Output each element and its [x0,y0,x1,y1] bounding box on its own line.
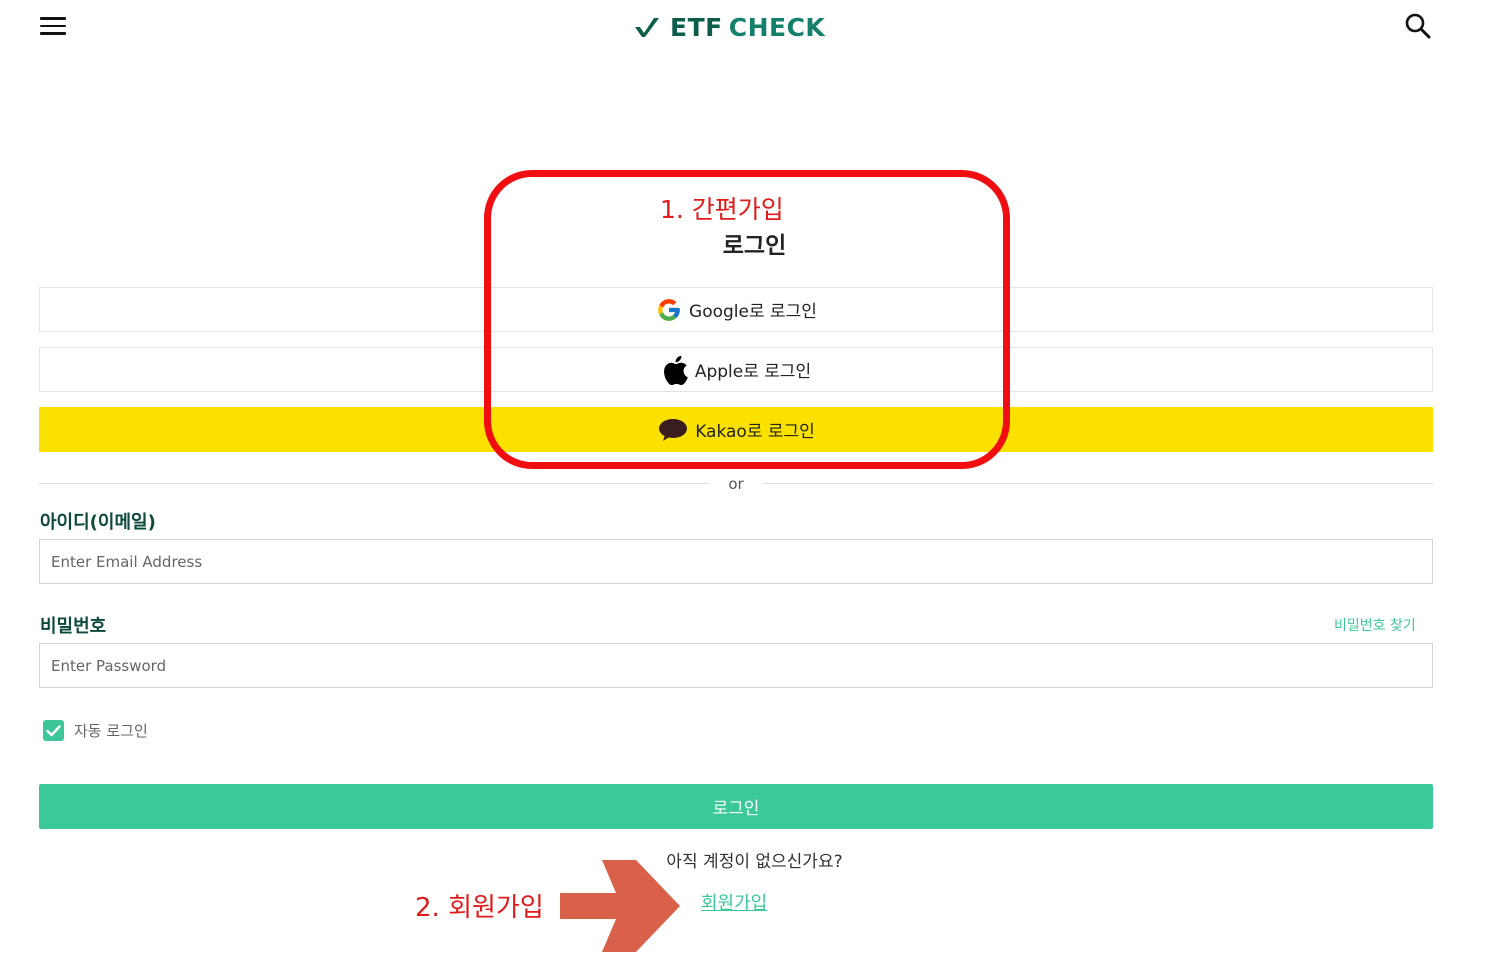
annotation-step2: 2. 회원가입 [415,893,544,923]
auto-login-checkbox[interactable]: 자동 로그인 [43,720,148,741]
apple-login-button[interactable]: Apple로 로그인 [39,347,1433,392]
checkbox-checked-icon[interactable] [43,720,64,741]
kakao-talk-icon [657,416,689,444]
annotation-arrow-icon [560,860,680,952]
hamburger-menu-icon[interactable] [40,17,66,39]
google-login-label: Google로 로그인 [689,302,817,322]
auto-login-label: 자동 로그인 [74,722,148,740]
page-title: 로그인 [722,233,787,259]
or-text: or [728,475,744,493]
search-icon[interactable] [1404,12,1432,40]
logo-text-check: CHECK [728,12,826,42]
password-label: 비밀번호 [40,616,107,637]
signup-link[interactable]: 회원가입 [701,889,767,915]
annotation-step1: 1. 간편가입 [660,195,784,224]
kakao-login-label: Kakao로 로그인 [695,422,815,442]
find-password-link[interactable]: 비밀번호 찾기 [1334,615,1416,635]
login-submit-button[interactable]: 로그인 [39,784,1433,829]
kakao-login-button[interactable]: Kakao로 로그인 [39,407,1433,452]
google-login-button[interactable]: Google로 로그인 [39,287,1433,332]
apple-icon [661,355,689,385]
google-icon [655,296,683,324]
logo-text-etf: ETF [670,12,723,42]
no-account-text: 아직 계정이 없으신가요? [666,852,843,872]
top-header: ETF CHECK [0,0,1509,56]
email-label: 아이디(이메일) [40,512,156,533]
checkmark-logo-icon [635,18,659,37]
email-field[interactable] [39,539,1433,584]
or-divider: or [39,474,1433,494]
apple-login-label: Apple로 로그인 [694,362,812,382]
password-field[interactable] [39,643,1433,688]
site-logo[interactable]: ETF CHECK [634,12,825,42]
